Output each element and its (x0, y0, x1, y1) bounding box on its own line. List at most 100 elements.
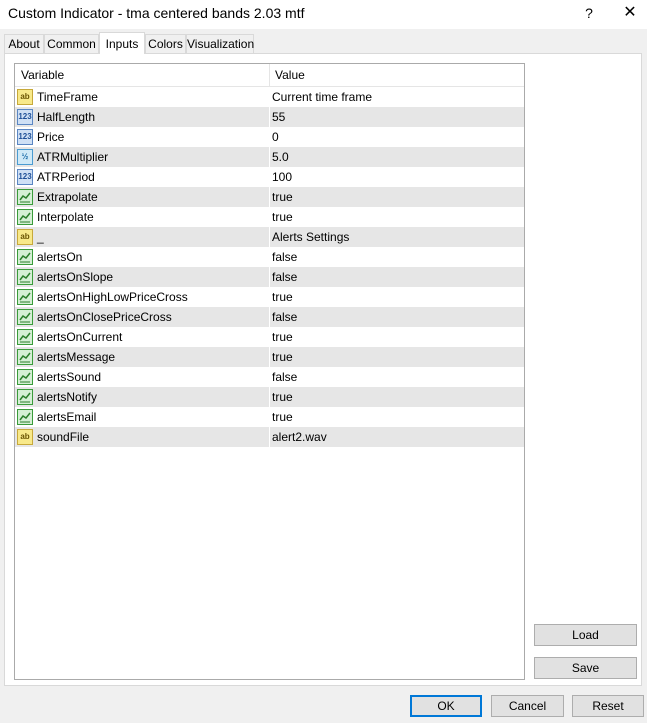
variable-value[interactable]: Alerts Settings (272, 227, 349, 247)
tab-about[interactable]: About (4, 34, 44, 53)
integer-type-icon: 123 (17, 169, 33, 185)
inputs-table[interactable]: Variable Value ab TimeFrame Current time f… (14, 63, 525, 680)
string-type-icon: ab (17, 429, 33, 445)
load-button[interactable]: Load (534, 624, 637, 646)
boolean-type-icon (17, 189, 33, 205)
help-button[interactable]: ? (579, 2, 599, 24)
reset-button[interactable]: Reset (572, 695, 644, 717)
table-row[interactable]: ab TimeFrame Current time frame (15, 87, 524, 107)
boolean-type-icon (17, 369, 33, 385)
column-divider (269, 247, 270, 267)
table-row[interactable]: alertsNotify true (15, 387, 524, 407)
table-row[interactable]: alertsOnClosePriceCross false (15, 307, 524, 327)
variable-value[interactable]: false (272, 267, 297, 287)
table-row[interactable]: alertsOn false (15, 247, 524, 267)
table-body: ab TimeFrame Current time frame 123 HalfLeng… (15, 87, 524, 447)
column-divider (269, 347, 270, 367)
column-divider (269, 267, 270, 287)
boolean-type-icon (17, 409, 33, 425)
column-divider (269, 407, 270, 427)
table-row[interactable]: 123 ATRPeriod 100 (15, 167, 524, 187)
variable-name: alertsMessage (37, 350, 116, 364)
variable-value[interactable]: 5.0 (272, 147, 289, 167)
variable-value[interactable]: true (272, 327, 293, 347)
column-divider (269, 107, 270, 127)
variable-name: ATRMultiplier (37, 150, 109, 164)
table-row[interactable]: alertsSound false (15, 367, 524, 387)
variable-name: alertsNotify (37, 390, 98, 404)
table-row[interactable]: ½ ATRMultiplier 5.0 (15, 147, 524, 167)
table-row[interactable]: 123 HalfLength 55 (15, 107, 524, 127)
column-header-value[interactable]: Value (270, 64, 524, 86)
variable-value[interactable]: true (272, 287, 293, 307)
table-row[interactable]: Extrapolate true (15, 187, 524, 207)
cancel-button[interactable]: Cancel (491, 695, 564, 717)
table-row[interactable]: ab soundFile alert2.wav (15, 427, 524, 447)
variable-value[interactable]: true (272, 187, 293, 207)
column-header-variable[interactable]: Variable (15, 64, 270, 86)
tab-colors[interactable]: Colors (145, 34, 186, 53)
integer-type-icon: 123 (17, 109, 33, 125)
table-row[interactable]: ab _ Alerts Settings (15, 227, 524, 247)
table-row[interactable]: alertsOnCurrent true (15, 327, 524, 347)
table-row[interactable]: alertsEmail true (15, 407, 524, 427)
table-row[interactable]: alertsMessage true (15, 347, 524, 367)
variable-value[interactable]: true (272, 387, 293, 407)
column-divider (269, 427, 270, 447)
variable-name: _ (37, 230, 44, 244)
boolean-type-icon (17, 289, 33, 305)
close-button[interactable]: ✕ (620, 2, 640, 24)
integer-type-icon: 123 (17, 129, 33, 145)
tab-visualization[interactable]: Visualization (186, 34, 254, 53)
variable-value[interactable]: false (272, 307, 297, 327)
variable-value[interactable]: 100 (272, 167, 292, 187)
column-divider (269, 187, 270, 207)
string-type-icon: ab (17, 89, 33, 105)
variable-name: Extrapolate (37, 190, 98, 204)
column-divider (269, 387, 270, 407)
table-row[interactable]: 123 Price 0 (15, 127, 524, 147)
variable-name: alertsOnHighLowPriceCross (37, 290, 188, 304)
variable-name: alertsOnCurrent (37, 330, 123, 344)
column-divider (269, 127, 270, 147)
variable-name: TimeFrame (37, 90, 98, 104)
variable-value[interactable]: true (272, 347, 293, 367)
save-button[interactable]: Save (534, 657, 637, 679)
variable-name: alertsSound (37, 370, 102, 384)
variable-name: alertsOnSlope (37, 270, 114, 284)
variable-name: alertsOn (37, 250, 83, 264)
variable-value[interactable]: true (272, 407, 293, 427)
variable-name: HalfLength (37, 110, 96, 124)
table-row[interactable]: alertsOnHighLowPriceCross true (15, 287, 524, 307)
boolean-type-icon (17, 249, 33, 265)
variable-value[interactable]: false (272, 367, 297, 387)
table-header: Variable Value (15, 64, 524, 87)
title-bar: Custom Indicator - tma centered bands 2.… (0, 0, 647, 29)
string-type-icon: ab (17, 229, 33, 245)
column-divider (269, 147, 270, 167)
variable-value[interactable]: 55 (272, 107, 285, 127)
tab-inputs[interactable]: Inputs (99, 32, 145, 54)
tab-common[interactable]: Common (44, 34, 99, 53)
ok-button[interactable]: OK (410, 695, 482, 717)
column-divider (269, 307, 270, 327)
column-divider (269, 227, 270, 247)
column-divider (269, 287, 270, 307)
variable-value[interactable]: 0 (272, 127, 279, 147)
boolean-type-icon (17, 329, 33, 345)
window-title: Custom Indicator - tma centered bands 2.… (8, 5, 305, 21)
table-row[interactable]: alertsOnSlope false (15, 267, 524, 287)
variable-value[interactable]: true (272, 207, 293, 227)
variable-name: alertsEmail (37, 410, 97, 424)
variable-value[interactable]: Current time frame (272, 87, 372, 107)
column-divider (269, 207, 270, 227)
variable-value[interactable]: alert2.wav (272, 427, 327, 447)
column-divider (269, 327, 270, 347)
variable-name: soundFile (37, 430, 90, 444)
variable-value[interactable]: false (272, 247, 297, 267)
boolean-type-icon (17, 269, 33, 285)
table-row[interactable]: Interpolate true (15, 207, 524, 227)
double-type-icon: ½ (17, 149, 33, 165)
variable-name: Interpolate (37, 210, 94, 224)
variable-name: ATRPeriod (37, 170, 95, 184)
